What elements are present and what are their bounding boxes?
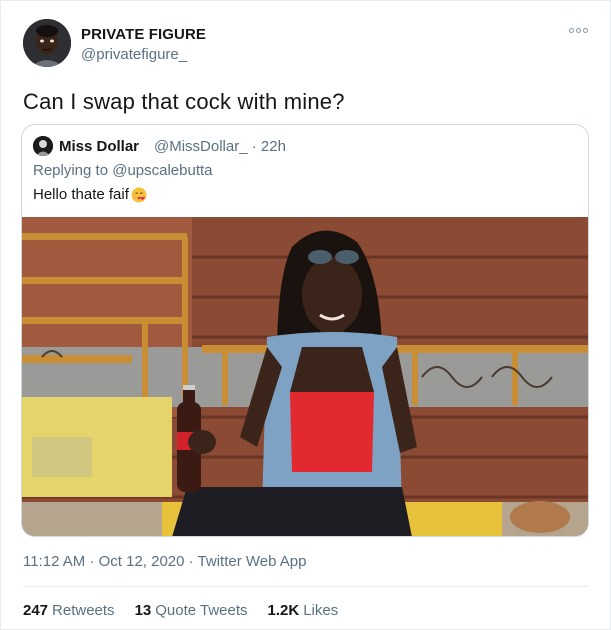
quoted-text-row: Hello thate faif bbox=[33, 186, 147, 203]
quoted-text: Hello thate faif bbox=[33, 186, 129, 203]
retweets-stat[interactable]: 247 Retweets bbox=[23, 602, 115, 619]
timestamp[interactable]: 11:12 AM · Oct 12, 2020 · Twitter Web Ap… bbox=[23, 553, 306, 570]
tweet-card: PRIVATE FIGURE @privatefigure_ Can I swa… bbox=[0, 0, 611, 630]
quoted-avatar-image bbox=[33, 136, 53, 156]
quoted-display-name[interactable]: Miss Dollar bbox=[59, 138, 139, 155]
display-name[interactable]: PRIVATE FIGURE bbox=[81, 26, 206, 43]
quoted-tweet[interactable]: Miss Dollar @MissDollar_ · 22h Replying … bbox=[21, 124, 589, 537]
likes-label: Likes bbox=[303, 602, 339, 619]
quote-count: 13 bbox=[134, 602, 152, 619]
replying-to-prefix: Replying to bbox=[33, 162, 109, 179]
photo-illustration bbox=[22, 217, 588, 536]
replying-to: Replying to @upscalebutta bbox=[33, 162, 213, 179]
avatar[interactable] bbox=[23, 19, 71, 67]
retweets-count: 247 bbox=[23, 602, 49, 619]
likes-stat[interactable]: 1.2K Likes bbox=[268, 602, 339, 619]
replying-to-handle[interactable]: @upscalebutta bbox=[112, 162, 212, 179]
kissing-face-icon bbox=[131, 187, 147, 202]
engagement-stats: 247 Retweets 13 Quote Tweets 1.2K Likes bbox=[23, 602, 338, 619]
quoted-username-time[interactable]: @MissDollar_ · 22h bbox=[154, 138, 286, 155]
more-options-icon[interactable] bbox=[569, 28, 588, 33]
quote-label: Quote Tweets bbox=[155, 602, 248, 619]
quote-tweets-stat[interactable]: 13 Quote Tweets bbox=[135, 602, 248, 619]
avatar-image bbox=[23, 19, 71, 67]
likes-count: 1.2K bbox=[267, 602, 300, 619]
divider bbox=[23, 586, 589, 587]
quoted-avatar[interactable] bbox=[33, 136, 53, 156]
username[interactable]: @privatefigure_ bbox=[81, 46, 187, 63]
retweets-label: Retweets bbox=[52, 602, 115, 619]
tweet-text: Can I swap that cock with mine? bbox=[23, 89, 345, 114]
tweet-photo[interactable] bbox=[22, 217, 588, 536]
